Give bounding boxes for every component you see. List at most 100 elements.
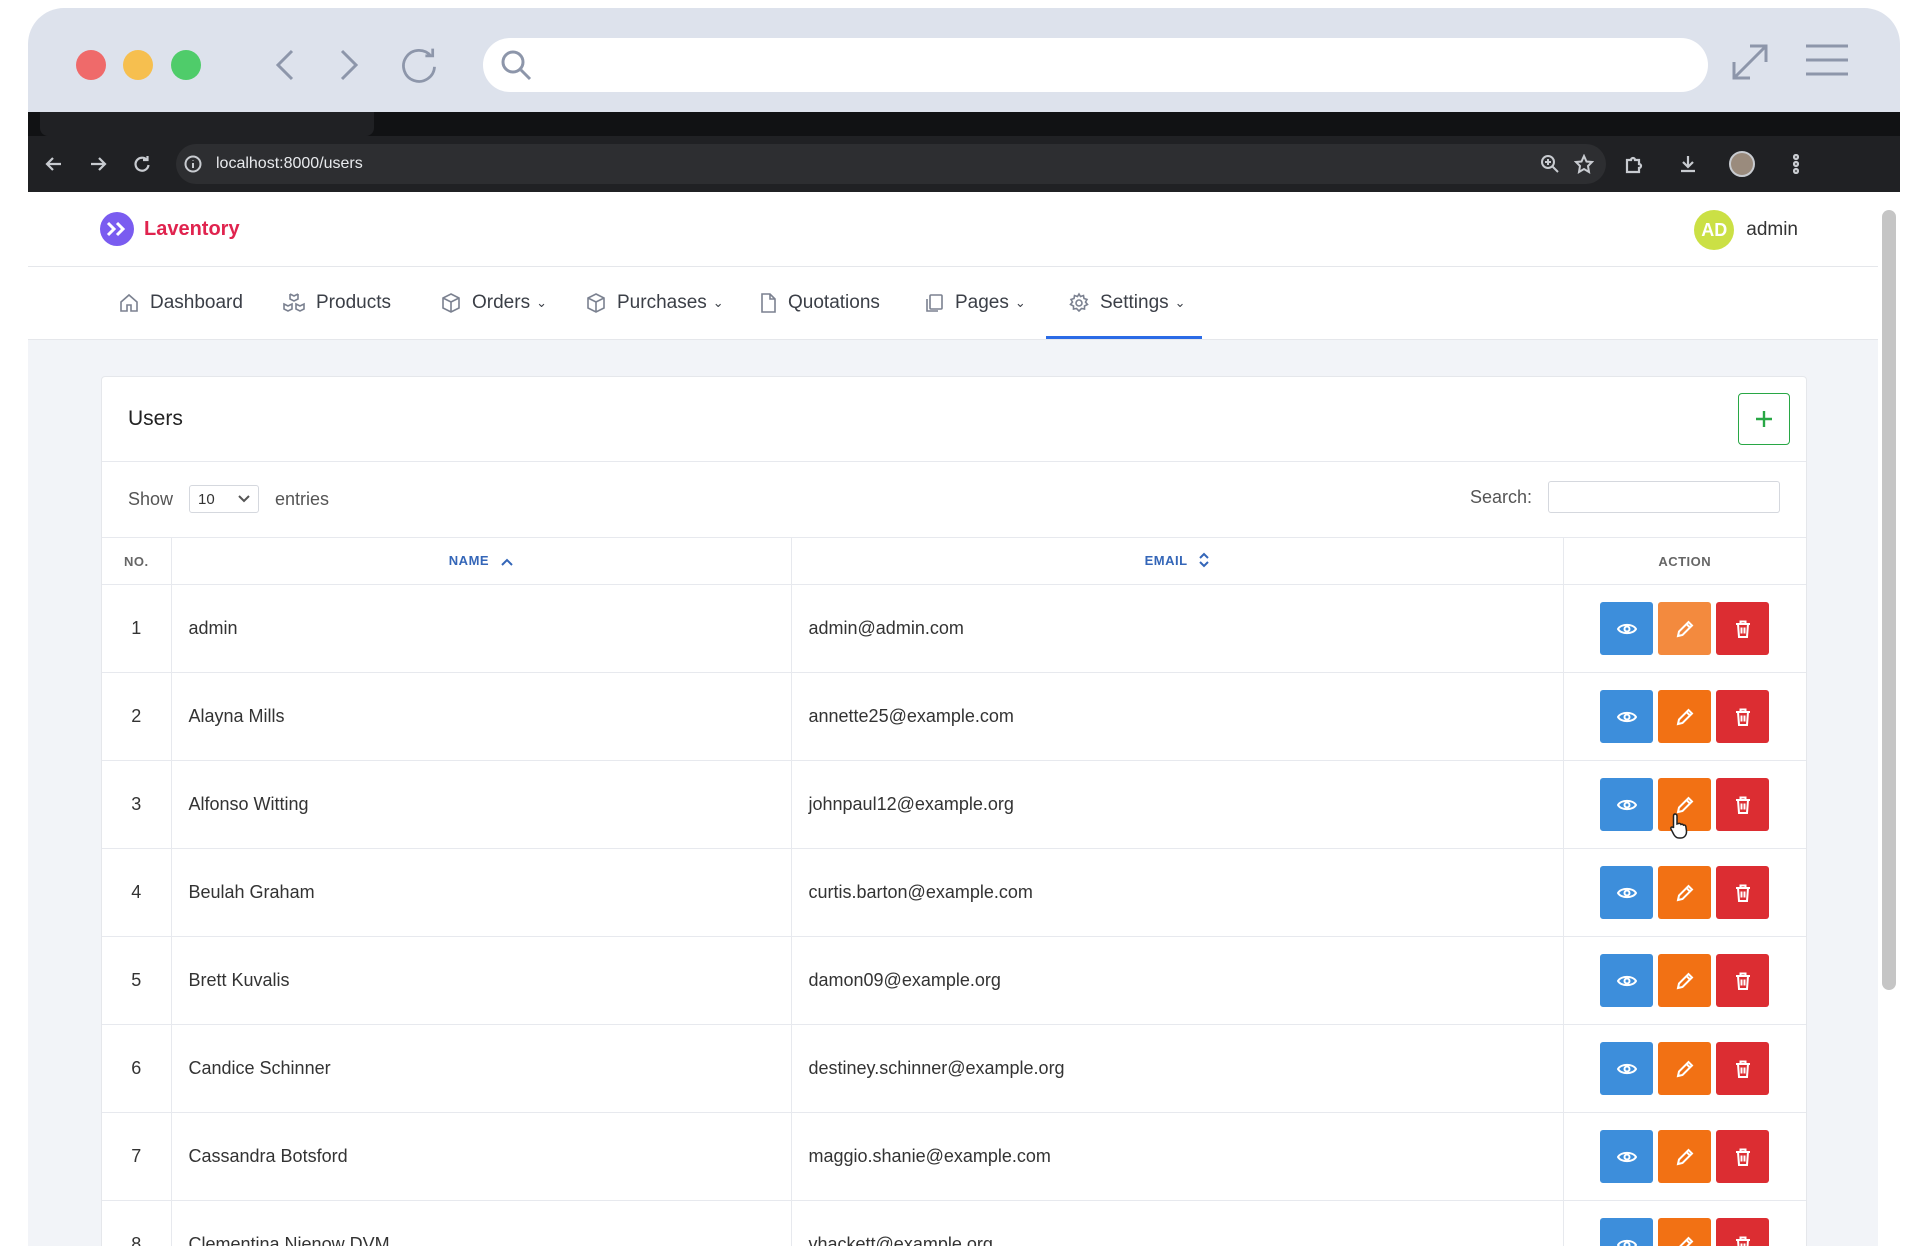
site-info-icon[interactable] [176,155,210,173]
reload-button[interactable] [120,142,164,186]
trash-icon [1735,796,1750,814]
window-frame: localhost:8000/users Laventory AD admin … [28,8,1900,1246]
pencil-icon [1676,708,1694,725]
nav-dashboard[interactable]: Dashboard [118,267,243,339]
add-user-button[interactable] [1738,393,1790,445]
downloads-button[interactable] [1666,142,1710,186]
delete-user-button[interactable] [1716,1042,1770,1095]
column-header-action: ACTION [1562,537,1806,585]
cell-no: 8 [102,1200,171,1246]
delete-user-button[interactable] [1716,602,1770,655]
delete-user-button[interactable] [1716,954,1770,1007]
view-user-button[interactable] [1600,602,1654,655]
cell-name: Candice Schinner [170,1024,791,1113]
edit-user-button[interactable] [1658,1130,1712,1183]
edit-user-button[interactable] [1658,602,1712,655]
app-header: Laventory AD admin [28,192,1878,267]
bookmark-star-icon[interactable] [1574,154,1594,174]
nav-settings[interactable]: Settings ⌄ [1046,267,1202,339]
mac-reload-button[interactable] [398,44,440,86]
mac-address-bar[interactable] [483,38,1708,92]
mouse-pointer-icon [1670,813,1688,839]
edit-user-button[interactable] [1658,954,1712,1007]
address-bar[interactable]: localhost:8000/users [176,144,1606,184]
cell-action [1562,936,1806,1025]
forward-button[interactable] [76,142,120,186]
edit-user-button[interactable] [1658,690,1712,743]
nav-orders[interactable]: Orders ⌄ [440,267,547,339]
users-table: NO. NAME EMAIL ACTION 1 admin admin@admin.… [102,537,1806,1246]
view-user-button[interactable] [1600,1218,1654,1246]
back-button[interactable] [32,142,76,186]
table-row: 7 Cassandra Botsford maggio.shanie@example… [102,1112,1806,1201]
view-user-button[interactable] [1600,1042,1654,1095]
mac-menu-button[interactable] [1804,42,1850,83]
nav-quotations[interactable]: Quotations [758,267,880,339]
column-header-name[interactable]: NAME [170,537,791,585]
edit-user-button[interactable] [1658,1042,1712,1095]
nav-purchases[interactable]: Purchases ⌄ [585,267,724,339]
cell-name: Brett Kuvalis [170,936,791,1025]
mac-back-button[interactable] [264,44,306,86]
maximize-window-button[interactable] [171,50,201,80]
eye-icon [1616,623,1637,634]
view-user-button[interactable] [1600,866,1654,919]
trash-icon [1735,708,1750,726]
delete-user-button[interactable] [1716,1218,1770,1246]
puzzle-icon [1625,156,1643,174]
users-card: Users Show 10 entries Search: NO. NAME E… [101,376,1807,1246]
nav-label: Purchases [617,292,707,313]
pencil-icon [1676,972,1694,989]
view-user-button[interactable] [1600,690,1654,743]
delete-user-button[interactable] [1716,1130,1770,1183]
cell-email: admin@admin.com [790,584,1563,673]
scrollbar-thumb[interactable] [1882,210,1896,990]
browser-toolbar: localhost:8000/users [28,112,1900,192]
minimize-window-button[interactable] [123,50,153,80]
table-search: Search: [1470,481,1780,513]
profile-button[interactable] [1720,142,1764,186]
view-user-button[interactable] [1600,778,1654,831]
profile-avatar [1729,151,1755,177]
column-header-email[interactable]: EMAIL [790,537,1563,585]
delete-user-button[interactable] [1716,778,1770,831]
gear-icon [1069,292,1089,313]
page-scrollbar[interactable] [1878,192,1900,1246]
plus-icon [1756,411,1772,427]
kebab-menu-icon [1793,154,1799,174]
edit-user-button[interactable] [1658,1218,1712,1246]
brand-link[interactable]: Laventory [100,212,240,246]
zoom-icon[interactable] [1540,154,1560,174]
cell-action [1562,584,1806,673]
browser-tab[interactable] [40,112,374,136]
user-menu[interactable]: AD admin [1694,210,1798,250]
nav-products[interactable]: Products [282,267,391,339]
pencil-icon [1676,1148,1694,1165]
chevron-down-icon: ⌄ [1174,295,1186,310]
view-user-button[interactable] [1600,1130,1654,1183]
nav-label: Orders [472,292,531,313]
user-avatar: AD [1694,210,1735,250]
chevron-down-icon: ⌄ [536,295,547,310]
browser-menu-button[interactable] [1774,142,1818,186]
boxes-icon [283,293,305,312]
mac-forward-button[interactable] [328,44,370,86]
extensions-button[interactable] [1612,142,1656,186]
eye-icon [1616,1063,1637,1074]
pencil-icon [1678,1236,1694,1246]
close-window-button[interactable] [76,50,106,80]
delete-user-button[interactable] [1716,866,1770,919]
entries-select[interactable]: 10 [189,485,260,513]
search-input[interactable] [1548,481,1780,513]
fullscreen-button[interactable] [1728,42,1772,87]
cell-name: Beulah Graham [170,848,791,937]
pencil-icon [1676,1060,1694,1077]
nav-label: Quotations [788,292,880,313]
edit-user-button[interactable] [1658,866,1712,919]
nav-pages[interactable]: Pages ⌄ [923,267,1026,339]
table-row: 8 Clementina Nienow DVM vhackett@example.o… [102,1200,1806,1246]
nav-label: Pages [955,292,1009,313]
delete-user-button[interactable] [1716,690,1770,743]
view-user-button[interactable] [1600,954,1654,1007]
home-icon [120,293,138,312]
